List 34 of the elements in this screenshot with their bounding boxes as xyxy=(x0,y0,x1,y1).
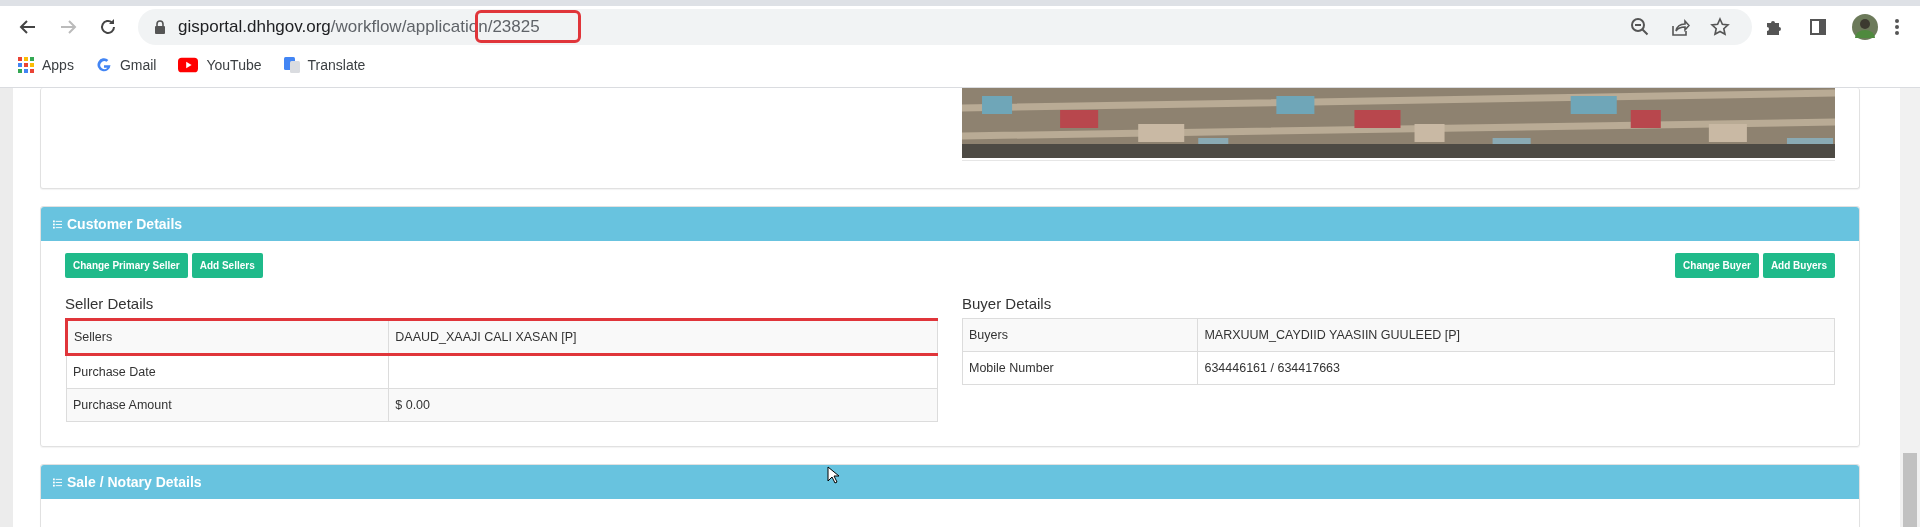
field-label: Buyers xyxy=(969,328,1008,342)
scrollbar[interactable] xyxy=(1900,88,1920,527)
play-icon xyxy=(178,57,199,73)
field-label: Sellers xyxy=(74,330,113,344)
bookmark[interactable]: Translate xyxy=(283,57,366,73)
field-label: Mobile Number xyxy=(969,361,1054,375)
reload-icon[interactable] xyxy=(98,17,118,37)
address-bar[interactable]: gisportal.dhhgov.org/workflow/applicatio n/23825 xyxy=(138,9,1752,45)
grid-icon xyxy=(18,57,34,73)
bookmark[interactable]: Gmail xyxy=(95,57,157,73)
field-value: DAAUD_XAAJI CALI XASAN [P] xyxy=(395,330,577,344)
subsection-title: Buyer Details xyxy=(962,295,1053,312)
zoom-out-icon[interactable] xyxy=(1630,17,1650,37)
google-icon xyxy=(95,57,112,73)
list-icon xyxy=(53,219,62,229)
side-panel-icon[interactable] xyxy=(1808,17,1828,37)
section-title: Sale / Notary Details xyxy=(67,474,202,490)
cursor-icon xyxy=(827,466,839,484)
field-label: Purchase Date xyxy=(73,365,156,379)
field-value: MARXUUM_CAYDIID YAASIIN GUULEED [P] xyxy=(1204,328,1461,342)
section-title: Customer Details xyxy=(67,216,183,232)
translate-icon xyxy=(283,57,300,73)
field-value: $ 0.00 xyxy=(395,398,431,412)
list-icon xyxy=(53,477,62,487)
menu-icon[interactable] xyxy=(1894,17,1900,37)
lock-icon[interactable] xyxy=(154,20,166,34)
subsection-title: Seller Details xyxy=(65,295,155,312)
share-icon[interactable] xyxy=(1670,17,1690,37)
star-icon[interactable] xyxy=(1710,17,1730,37)
field-label: Purchase Amount xyxy=(73,398,172,412)
avatar-icon[interactable] xyxy=(1852,14,1878,40)
bookmark[interactable]: YouTube xyxy=(178,57,262,73)
bookmark[interactable]: Apps xyxy=(18,57,74,73)
field-value: 634446161 / 634417663 xyxy=(1204,361,1340,375)
